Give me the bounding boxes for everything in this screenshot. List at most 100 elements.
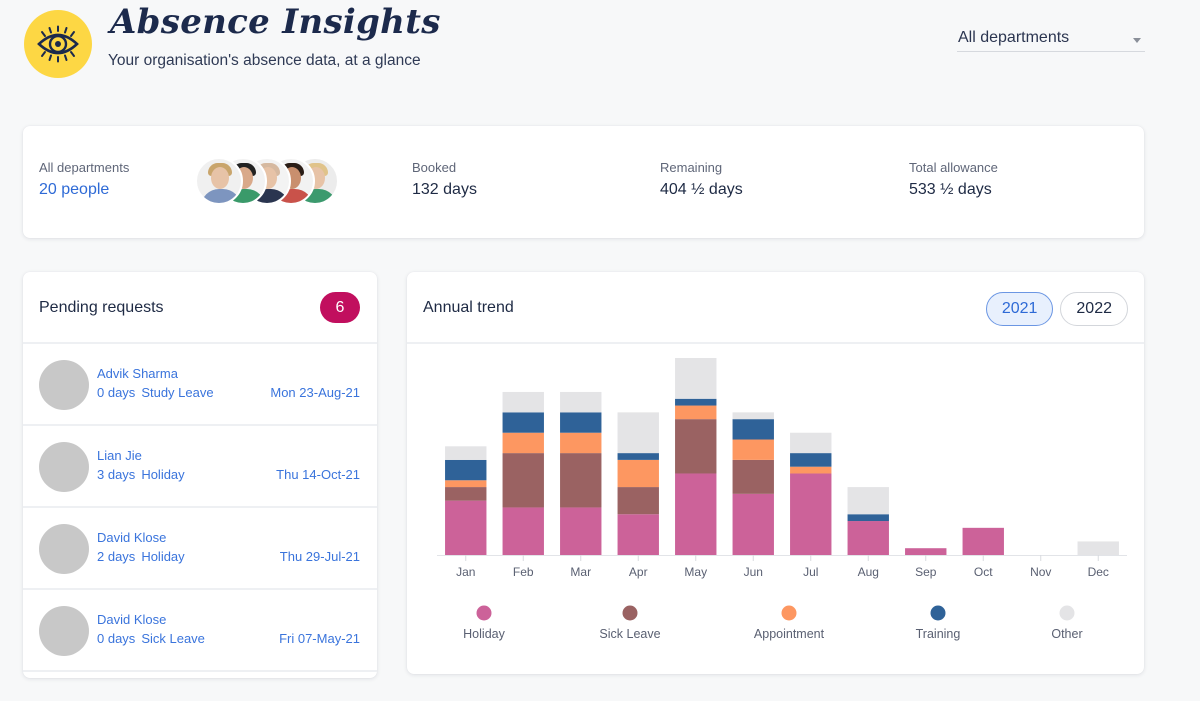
legend-dot-holiday[interactable] xyxy=(476,605,492,621)
legend-label[interactable]: Holiday xyxy=(463,627,505,641)
summary-card: All departments 20 people Booked 132 day… xyxy=(23,126,1144,238)
legend-dot-sick-leave[interactable] xyxy=(622,605,638,621)
bar-segment-training[interactable] xyxy=(560,412,602,433)
legend-label[interactable]: Appointment xyxy=(754,627,825,641)
legend-dot-training[interactable] xyxy=(930,605,946,621)
bar-segment-training[interactable] xyxy=(790,453,832,467)
remaining-stat: Remaining 404 ½ days xyxy=(660,160,743,199)
x-tick-label: Feb xyxy=(513,565,534,579)
app-subtitle: Your organisation's absence data, at a g… xyxy=(108,52,421,69)
department-label: All departments xyxy=(39,160,130,175)
bar-segment-holiday[interactable] xyxy=(560,507,602,555)
avatar-group[interactable] xyxy=(195,157,355,207)
bar-segment-holiday[interactable] xyxy=(445,500,487,555)
x-tick-label: Aug xyxy=(858,565,879,579)
bar-segment-appointment[interactable] xyxy=(502,432,544,454)
bar-segment-sick-leave[interactable] xyxy=(560,453,602,508)
department-select-value: All departments xyxy=(958,29,1070,46)
chevron-down-icon xyxy=(1133,38,1141,43)
request-name[interactable]: Advik Sharma xyxy=(97,366,178,381)
bar-segment-other[interactable] xyxy=(847,487,889,515)
bar-segment-sick-leave[interactable] xyxy=(675,419,717,474)
bar-segment-other[interactable] xyxy=(675,358,717,399)
booked-stat: Booked 132 days xyxy=(412,160,477,199)
legend-dot-appointment[interactable] xyxy=(781,605,797,621)
annual-trend-chart: Jan Feb Mar Apr May Jun Jul Aug Sep Oct Nov Dec Holi… xyxy=(437,358,1127,641)
request-item[interactable]: Advik Sharma 0 days Study Leave Mon 23-Au… xyxy=(23,344,377,426)
request-days: 2 days xyxy=(97,549,136,564)
avatar-placeholder xyxy=(39,442,89,492)
bar-segment-holiday[interactable] xyxy=(732,493,774,555)
bar-segment-training[interactable] xyxy=(617,453,659,460)
bar-segment-sick-leave[interactable] xyxy=(445,487,487,501)
bar-segment-other[interactable] xyxy=(445,446,487,460)
bar-segment-appointment[interactable] xyxy=(790,466,832,474)
remaining-value: 404 ½ days xyxy=(660,181,743,198)
booked-value: 132 days xyxy=(412,181,477,198)
bar-segment-sick-leave[interactable] xyxy=(502,453,544,508)
people-count-link[interactable]: 20 people xyxy=(39,181,129,199)
legend-label[interactable]: Training xyxy=(916,627,961,641)
x-tick-label: Nov xyxy=(1030,565,1051,579)
request-date: Thu 29-Jul-21 xyxy=(279,549,360,564)
request-name[interactable]: Lian Jie xyxy=(97,448,142,463)
pending-count-badge: 6 xyxy=(320,292,360,323)
pending-requests-card: Pending requests 6 Advik Sharma 0 days St… xyxy=(23,272,377,678)
bar-segment-holiday[interactable] xyxy=(675,473,717,555)
x-tick-label: Dec xyxy=(1088,565,1109,579)
bar-segment-other[interactable] xyxy=(560,391,602,413)
bar-segment-appointment[interactable] xyxy=(560,432,602,454)
bar-segment-sick-leave[interactable] xyxy=(617,487,659,515)
request-meta: 0 days Study Leave xyxy=(97,385,214,400)
request-name[interactable]: David Klose xyxy=(97,612,166,627)
pending-title: Pending requests xyxy=(39,299,164,316)
bar-segment-training[interactable] xyxy=(732,419,774,440)
x-tick-label: Jun xyxy=(744,565,763,579)
bar-segment-training[interactable] xyxy=(675,398,717,406)
bar-segment-other[interactable] xyxy=(617,412,659,454)
bar-segment-appointment[interactable] xyxy=(617,459,659,488)
bar-segment-holiday[interactable] xyxy=(790,473,832,555)
x-tick-label: Sep xyxy=(915,565,937,579)
year-button-2021[interactable]: 2021 xyxy=(985,292,1054,326)
bar-segment-other[interactable] xyxy=(732,412,774,420)
bar-segment-holiday[interactable] xyxy=(502,507,544,555)
legend-dot-other[interactable] xyxy=(1059,605,1075,621)
bar-segment-training[interactable] xyxy=(445,459,487,481)
x-tick-label: Jan xyxy=(456,565,475,579)
bar-segment-holiday[interactable] xyxy=(905,548,947,555)
bar-segment-other[interactable] xyxy=(1077,541,1119,555)
request-date: Thu 14-Oct-21 xyxy=(276,467,360,482)
bar-segment-holiday[interactable] xyxy=(617,514,659,555)
request-name[interactable]: David Klose xyxy=(97,530,166,545)
bar-segment-appointment[interactable] xyxy=(445,480,487,488)
request-days: 0 days xyxy=(97,385,136,400)
bar-segment-appointment[interactable] xyxy=(732,439,774,460)
x-tick-label: Oct xyxy=(974,565,993,579)
request-item[interactable]: Lian Jie 3 days Holiday Thu 14-Oct-21 xyxy=(23,426,377,508)
trend-title: Annual trend xyxy=(423,299,514,316)
request-type: Sick Leave xyxy=(141,631,205,646)
legend-label[interactable]: Sick Leave xyxy=(599,627,660,641)
bar-segment-holiday[interactable] xyxy=(847,521,889,555)
bar-segment-other[interactable] xyxy=(502,391,544,413)
bar-segment-holiday[interactable] xyxy=(962,527,1004,555)
allowance-label: Total allowance xyxy=(909,160,998,175)
x-tick-label: Apr xyxy=(629,565,648,579)
department-select[interactable]: All departments xyxy=(957,26,1145,52)
request-item[interactable]: David Klose 0 days Sick Leave Fri 07-May-… xyxy=(23,590,377,672)
x-tick-label: Mar xyxy=(570,565,591,579)
request-type: Holiday xyxy=(141,467,185,482)
request-type: Holiday xyxy=(141,549,185,564)
year-toggle: 2021 2022 xyxy=(985,292,1128,326)
bar-segment-training[interactable] xyxy=(502,412,544,433)
bar-segment-training[interactable] xyxy=(847,514,889,522)
bar-segment-sick-leave[interactable] xyxy=(732,459,774,494)
avatar-placeholder xyxy=(39,360,89,410)
year-button-2022[interactable]: 2022 xyxy=(1060,292,1128,326)
bar-segment-appointment[interactable] xyxy=(675,405,717,420)
bar-segment-other[interactable] xyxy=(790,432,832,454)
legend-label[interactable]: Other xyxy=(1051,627,1082,641)
x-tick-label: Jul xyxy=(803,565,818,579)
request-item[interactable]: David Klose 2 days Holiday Thu 29-Jul-21 xyxy=(23,508,377,590)
